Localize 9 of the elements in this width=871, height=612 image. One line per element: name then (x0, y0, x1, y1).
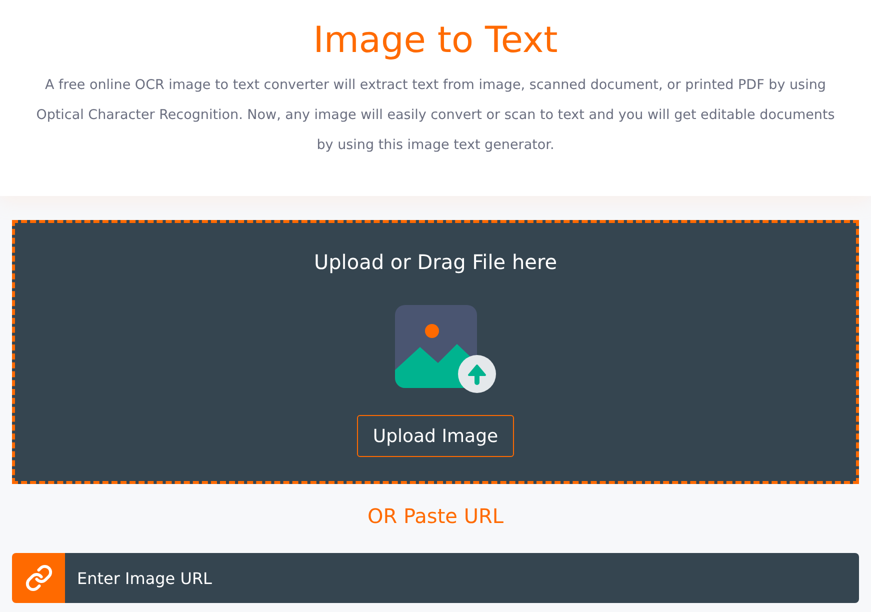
link-icon (12, 553, 65, 603)
dropzone-heading: Upload or Drag File here (314, 249, 558, 276)
upload-image-button[interactable]: Upload Image (356, 415, 514, 457)
paste-url-heading: OR Paste URL (366, 503, 504, 530)
page-description: A free online OCR image to text converter will extract text from image, scanned document, or printed PDF by using Optical Character Recognition. Now, any image will easily convert or scan to text and you will get editable documents by using this image text generator. (35, 76, 836, 155)
image-upload-icon (395, 305, 496, 393)
page-title: Image to Text (313, 19, 558, 63)
upload-dropzone[interactable]: Upload or Drag File here Upload Image (12, 220, 859, 484)
url-input-field[interactable]: Enter Image URL (65, 553, 859, 603)
